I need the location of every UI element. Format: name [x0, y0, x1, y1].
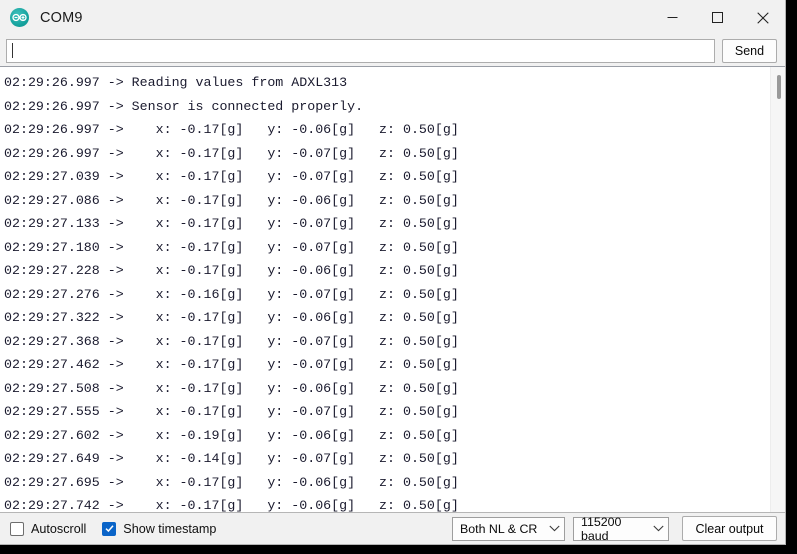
vertical-scrollbar[interactable] — [770, 67, 785, 512]
show-timestamp-label: Show timestamp — [123, 521, 217, 536]
console-line: 02:29:26.997 -> Sensor is connected prop… — [4, 98, 364, 114]
console-line: 02:29:27.228 -> x: -0.17[g] y: -0.06[g] … — [4, 263, 459, 278]
console-line: 02:29:27.602 -> x: -0.19[g] y: -0.06[g] … — [4, 427, 459, 443]
show-timestamp-checkbox-group[interactable]: Show timestamp — [102, 521, 217, 536]
clear-output-button[interactable]: Clear output — [682, 516, 777, 541]
window-controls — [650, 0, 785, 35]
console-line: 02:29:27.039 -> x: -0.17[g] y: -0.07[g] … — [4, 169, 459, 184]
title-bar: COM9 — [0, 0, 785, 35]
window-title: COM9 — [40, 9, 83, 26]
console-line: 02:29:27.508 -> x: -0.17[g] y: -0.06[g] … — [4, 380, 459, 396]
console-line: 02:29:27.555 -> x: -0.17[g] y: -0.07[g] … — [4, 404, 459, 419]
send-message-input[interactable] — [6, 38, 715, 63]
console-line: 02:29:26.997 -> Reading values from ADXL… — [4, 75, 348, 90]
send-button[interactable]: Send — [722, 38, 777, 63]
baud-rate-dropdown[interactable]: 115200 baud — [573, 514, 669, 543]
chevron-down-icon — [653, 525, 664, 532]
minimize-icon[interactable] — [650, 0, 695, 35]
console-line: 02:29:27.649 -> x: -0.14[g] y: -0.07[g] … — [4, 451, 459, 466]
console-line: 02:29:27.695 -> x: -0.17[g] y: -0.06[g] … — [4, 474, 459, 490]
console-line: 02:29:27.742 -> x: -0.17[g] y: -0.06[g] … — [4, 498, 459, 512]
text-caret — [12, 43, 13, 58]
console-line: 02:29:27.180 -> x: -0.17[g] y: -0.07[g] … — [4, 239, 459, 255]
bottom-toolbar: Autoscroll Show timestamp Both NL & CR 1… — [0, 513, 785, 544]
console-line: 02:29:27.276 -> x: -0.16[g] y: -0.07[g] … — [4, 286, 459, 302]
console-line: 02:29:26.997 -> x: -0.17[g] y: -0.06[g] … — [4, 122, 459, 137]
console-line: 02:29:27.462 -> x: -0.17[g] y: -0.07[g] … — [4, 357, 459, 372]
serial-monitor-window: COM9 Send 02:29:26.997 -> Reading values… — [0, 0, 786, 545]
chevron-down-icon — [549, 525, 560, 532]
send-row: Send — [0, 35, 785, 66]
console-line: 02:29:27.086 -> x: -0.17[g] y: -0.06[g] … — [4, 192, 459, 208]
autoscroll-checkbox-group[interactable]: Autoscroll — [10, 521, 87, 536]
console-line: 02:29:27.368 -> x: -0.17[g] y: -0.07[g] … — [4, 333, 459, 349]
line-ending-value: Both NL & CR — [460, 521, 538, 536]
console-lines: 02:29:26.997 -> Reading values from ADXL… — [0, 67, 770, 512]
arduino-logo-icon — [10, 8, 29, 27]
baud-rate-value: 115200 baud — [581, 514, 622, 543]
scrollbar-thumb[interactable] — [777, 75, 781, 99]
console-line: 02:29:27.322 -> x: -0.17[g] y: -0.06[g] … — [4, 310, 459, 325]
line-ending-dropdown[interactable]: Both NL & CR — [452, 516, 565, 541]
close-icon[interactable] — [740, 0, 785, 35]
console-line: 02:29:26.997 -> x: -0.17[g] y: -0.07[g] … — [4, 145, 459, 161]
maximize-icon[interactable] — [695, 0, 740, 35]
console-output-area[interactable]: 02:29:26.997 -> Reading values from ADXL… — [0, 67, 785, 512]
autoscroll-label: Autoscroll — [31, 521, 87, 536]
show-timestamp-checkbox[interactable] — [102, 521, 117, 536]
console-line: 02:29:27.133 -> x: -0.17[g] y: -0.07[g] … — [4, 216, 459, 231]
autoscroll-checkbox[interactable] — [10, 521, 24, 536]
